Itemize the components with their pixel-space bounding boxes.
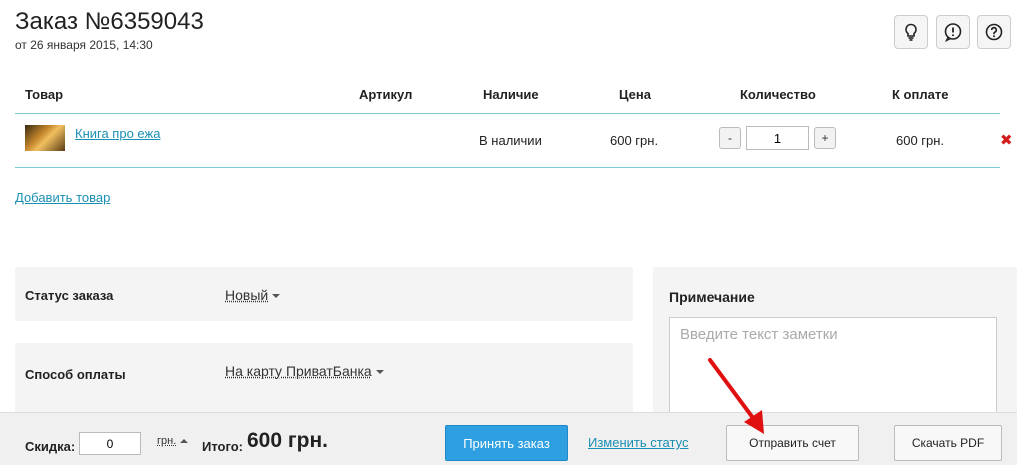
column-to-pay: К оплате bbox=[892, 87, 949, 102]
column-quantity: Количество bbox=[740, 87, 816, 102]
discount-input[interactable] bbox=[79, 432, 141, 455]
product-to-pay: 600 грн. bbox=[896, 133, 945, 148]
table-header: Товар Артикул Наличие Цена Количество К … bbox=[15, 84, 1000, 114]
question-icon bbox=[985, 23, 1003, 41]
product-link[interactable]: Книга про ежа bbox=[75, 126, 160, 141]
order-status-label: Статус заказа bbox=[25, 288, 114, 303]
note-title: Примечание bbox=[669, 289, 755, 305]
order-date: от 26 января 2015, 14:30 bbox=[15, 38, 153, 52]
product-thumbnail[interactable] bbox=[25, 125, 65, 151]
column-sku: Артикул bbox=[359, 87, 413, 102]
discount-label: Скидка: bbox=[25, 439, 76, 454]
payment-method-panel: Способ оплаты На карту ПриватБанка bbox=[15, 343, 633, 413]
payment-method-label: Способ оплаты bbox=[25, 367, 126, 382]
download-pdf-button[interactable]: Скачать PDF bbox=[894, 425, 1002, 461]
table-row: Книга про ежа В наличии 600 грн. - + 600… bbox=[15, 114, 1013, 168]
quantity-increase-button[interactable]: + bbox=[814, 127, 836, 149]
column-product: Товар bbox=[25, 87, 64, 102]
total-value: 600 грн. bbox=[247, 429, 328, 452]
add-product-link[interactable]: Добавить товар bbox=[15, 190, 110, 205]
product-availability: В наличии bbox=[479, 133, 542, 148]
column-price: Цена bbox=[619, 87, 651, 102]
quantity-decrease-button[interactable]: - bbox=[719, 127, 741, 149]
delete-icon[interactable]: ✖ bbox=[1000, 131, 1013, 149]
help-button[interactable] bbox=[977, 15, 1011, 49]
caret-down-icon bbox=[375, 370, 384, 375]
order-status-panel: Статус заказа Новый bbox=[15, 267, 633, 321]
quantity-input[interactable] bbox=[746, 126, 809, 150]
payment-method-dropdown[interactable]: На карту ПриватБанка bbox=[225, 363, 384, 379]
currency-value: грн. bbox=[157, 435, 177, 447]
annotation-arrow-icon bbox=[708, 358, 764, 434]
payment-method-value: На карту ПриватБанка bbox=[225, 363, 372, 379]
tips-button[interactable] bbox=[894, 15, 928, 49]
product-price: 600 грн. bbox=[610, 133, 659, 148]
order-status-value: Новый bbox=[225, 287, 269, 303]
change-status-link[interactable]: Изменить статус bbox=[588, 435, 688, 450]
total-label: Итого: bbox=[202, 439, 243, 454]
exclamation-icon bbox=[944, 23, 962, 42]
feedback-button[interactable] bbox=[936, 15, 970, 49]
column-availability: Наличие bbox=[483, 87, 539, 102]
order-status-dropdown[interactable]: Новый bbox=[225, 287, 281, 303]
currency-dropdown[interactable]: грн. bbox=[157, 435, 189, 447]
lightbulb-icon bbox=[905, 23, 917, 41]
accept-order-button[interactable]: Принять заказ bbox=[445, 425, 568, 461]
caret-down-icon bbox=[272, 294, 281, 299]
page-title: Заказ №6359043 bbox=[15, 8, 204, 35]
caret-up-icon bbox=[180, 439, 189, 444]
bottom-bar: Скидка: грн. Итого: 600 грн. Принять зак… bbox=[0, 412, 1017, 465]
